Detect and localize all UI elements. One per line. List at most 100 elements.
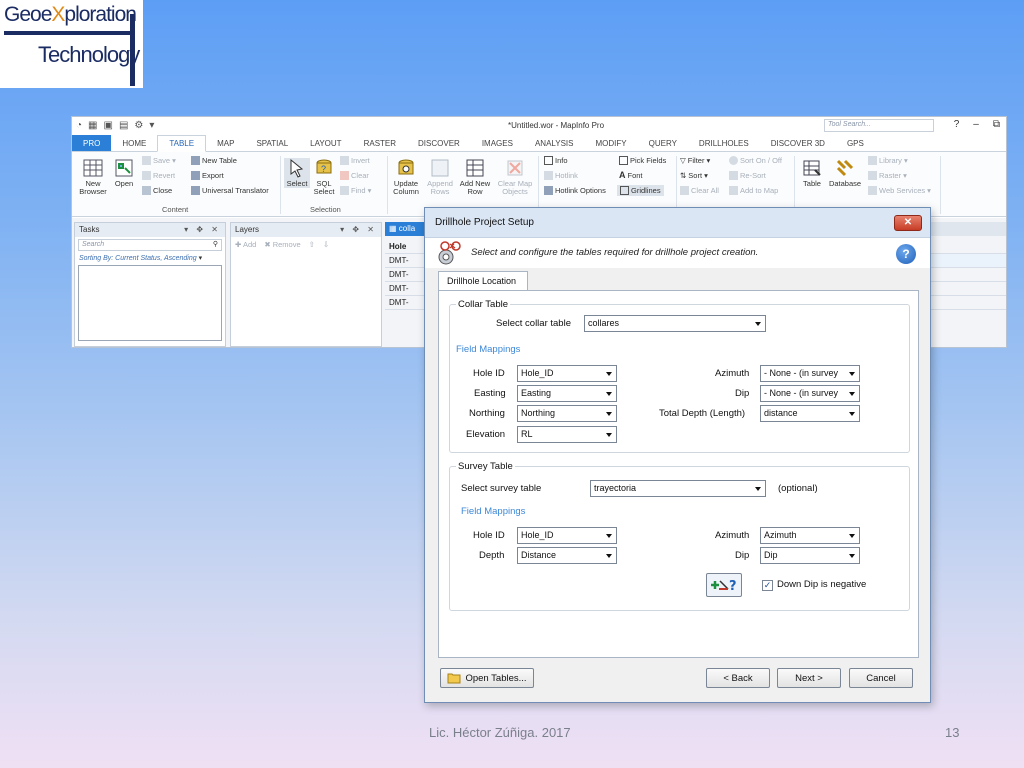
open-icon[interactable]: ▦ [88,120,97,131]
minimize-button[interactable]: – [973,119,979,130]
info-button[interactable]: Info [544,156,568,165]
survey-dip-select[interactable]: Dip [760,547,860,564]
save-icon[interactable]: ▣ [104,120,113,131]
tab-images[interactable]: IMAGES [471,135,524,151]
tab-table[interactable]: TABLE [157,135,207,152]
move-up-icon[interactable]: ⇧ [309,240,315,249]
database-button[interactable]: Database [828,158,862,188]
revert-icon [142,171,151,180]
restore-button[interactable]: ⧉ [993,119,1000,130]
survey-hole-id-select[interactable]: Hole_ID [517,527,617,544]
invert-selection-button[interactable]: Invert [340,156,370,165]
tab-spatial[interactable]: SPATIAL [245,135,299,151]
grid-column-header[interactable]: Hole [389,242,406,251]
close-button[interactable]: ✕ [894,215,922,231]
revert-button[interactable]: Revert [142,171,175,180]
tab-home[interactable]: HOME [111,135,157,151]
tab-analysis[interactable]: ANALYSIS [524,135,585,151]
tab-discover-3d[interactable]: DISCOVER 3D [760,135,836,151]
clear-map-objects-button[interactable]: Clear Map Objects [496,158,534,196]
table-label: Table [803,179,821,188]
table-menu-button[interactable]: Table [798,158,826,188]
new-browser-button[interactable]: New Browser [78,158,108,196]
next-button[interactable]: Next > [777,668,841,688]
update-column-button[interactable]: Update Column [390,158,422,196]
hotlink-options-button[interactable]: Hotlink Options [544,186,606,195]
tool-search-input[interactable]: Tool Search... [824,119,934,132]
search-icon[interactable]: ⚲ [213,240,218,248]
hotlink-button[interactable]: Hotlink [544,171,578,180]
pick-fields-label: Pick Fields [630,156,667,165]
save-table-button[interactable]: Save ▾ [142,156,176,165]
raster-button[interactable]: Raster ▾ [868,171,907,180]
add-layer-button[interactable]: ✚ Add [235,240,256,249]
export-button[interactable]: Export [191,171,224,180]
collar-dip-select[interactable]: - None - (in survey [760,385,860,402]
tasks-search-input[interactable]: Search ⚲ [78,239,222,251]
calculate-dip-button[interactable]: ? [706,573,742,597]
web-services-button[interactable]: Web Services ▾ [868,186,931,195]
tab-drillhole-location[interactable]: Drillhole Location [438,271,528,291]
pane-controls[interactable]: ▾ ✥ ✕ [340,225,377,234]
tab-query[interactable]: QUERY [638,135,688,151]
add-to-map-button[interactable]: Add to Map [729,186,778,195]
hole-id-select[interactable]: Hole_ID [517,365,617,382]
move-down-icon[interactable]: ⇩ [323,240,329,249]
tab-modify[interactable]: MODIFY [585,135,638,151]
back-button[interactable]: < Back [706,668,770,688]
tab-raster[interactable]: RASTER [353,135,407,151]
gear-icon[interactable]: ⚙ [134,120,143,131]
pick-fields-button[interactable]: Pick Fields [619,156,666,165]
select-button[interactable]: Select [284,158,310,188]
tab-map[interactable]: MAP [206,135,245,151]
sort-on-off-button[interactable]: Sort On / Off [729,156,782,165]
total-depth-select[interactable]: distance [760,405,860,422]
library-button[interactable]: Library ▾ [868,156,908,165]
filter-button[interactable]: ▽ Filter ▾ [680,156,710,165]
customize-qat-icon[interactable]: ▾ [149,120,154,131]
elevation-select[interactable]: RL [517,426,617,443]
tasks-search-placeholder: Search [82,241,105,248]
open-button[interactable]: Open [112,158,136,188]
tab-discover[interactable]: DISCOVER [407,135,471,151]
collar-table-legend: Collar Table [458,299,508,310]
collar-azimuth-select[interactable]: - None - (in survey [760,365,860,382]
sort-button[interactable]: ⇅ Sort ▾ [680,171,708,180]
svg-text:?: ? [729,579,737,594]
pane-controls[interactable]: ▾ ✥ ✕ [184,225,221,234]
gridlines-button[interactable]: Gridlines [617,185,664,196]
sql-select-button[interactable]: ? SQL Select [312,158,336,196]
remove-layer-button[interactable]: ✖ Remove [264,240,300,249]
clear-selection-button[interactable]: Clear [340,171,369,180]
tab-layout[interactable]: LAYOUT [299,135,352,151]
survey-azimuth-select[interactable]: Azimuth [760,527,860,544]
tab-pro[interactable]: PRO [72,135,112,151]
re-sort-button[interactable]: Re-Sort [729,171,766,180]
append-rows-button[interactable]: Append Rows [425,158,455,196]
print-icon[interactable]: ▤ [119,120,128,131]
browser-tab[interactable]: ▦ colla [385,222,425,236]
font-button[interactable]: A Font [619,171,643,181]
survey-table-select[interactable]: trayectoria [590,480,766,497]
help-icon[interactable]: ? [896,244,916,264]
northing-value: Northing [521,408,556,418]
tasks-list[interactable] [78,265,222,341]
new-table-button[interactable]: New Table [191,156,237,165]
clear-all-button[interactable]: Clear All [680,186,719,195]
down-dip-negative-checkbox[interactable]: ✓ [762,580,773,591]
tab-gps[interactable]: GPS [836,135,875,151]
open-tables-button[interactable]: Open Tables... [440,668,534,688]
close-table-button[interactable]: Close [142,186,172,195]
depth-select[interactable]: Distance [517,547,617,564]
tab-drillholes[interactable]: DRILLHOLES [688,135,760,151]
add-new-row-button[interactable]: Add New Row [458,158,492,196]
northing-select[interactable]: Northing [517,405,617,422]
help-button[interactable]: ? [954,119,960,130]
easting-select[interactable]: Easting [517,385,617,402]
tasks-sort-dropdown[interactable]: Sorting By: Current Status, Ascending ▾ [75,253,225,263]
cancel-button[interactable]: Cancel [849,668,913,688]
find-button[interactable]: Find ▾ [340,186,371,195]
app-menu-icon[interactable]: ◔ [76,120,82,131]
collar-table-select[interactable]: collares [584,315,766,332]
universal-translator-button[interactable]: Universal Translator [191,186,269,195]
